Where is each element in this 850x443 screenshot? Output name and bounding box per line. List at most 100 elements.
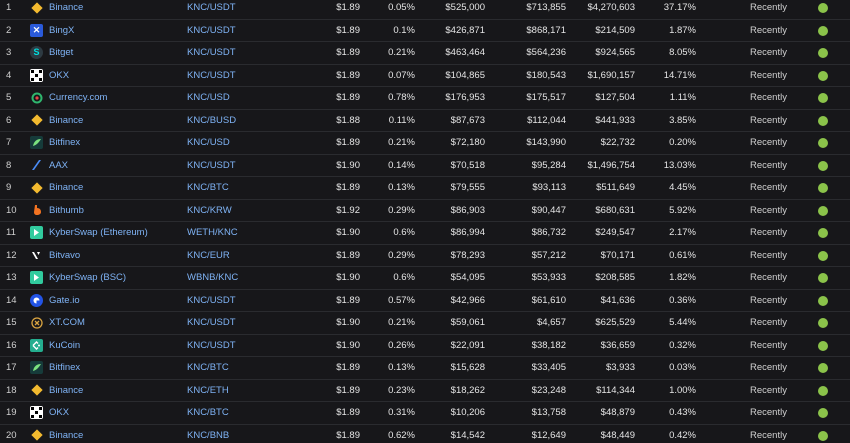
depth-plus-cell: $18,262 [450, 384, 485, 396]
spread-cell: 0.21% [388, 317, 415, 328]
trust-score-indicator [818, 3, 828, 13]
xt-com-icon [30, 316, 43, 329]
pair-link[interactable]: KNC/USDT [187, 42, 236, 64]
table-row: 7 Bitfinex KNC/USD $1.89 0.21% $72,180 $143,99… [0, 132, 850, 155]
depth-minus-cell: $90,447 [531, 204, 566, 216]
volume-cell: $1,690,157 [587, 69, 635, 81]
exchange-link[interactable]: Binance [49, 110, 83, 132]
rank-cell: 15 [6, 317, 17, 328]
depth-plus-cell: $72,180 [450, 137, 485, 148]
trust-score-indicator [818, 138, 828, 148]
okx-icon [30, 406, 43, 419]
pair-link[interactable]: KNC/USDT [187, 0, 236, 19]
volume-cell: $114,344 [596, 384, 635, 396]
pair-link[interactable]: KNC/USD [187, 87, 230, 109]
pair-link[interactable]: KNC/USDT [187, 312, 236, 334]
exchange-link[interactable]: Bitvavo [49, 245, 80, 267]
last-updated-cell: Recently [750, 92, 787, 103]
volume-cell: $36,659 [600, 339, 635, 351]
depth-minus-cell: $713,855 [526, 2, 566, 13]
trust-score-indicator [818, 295, 828, 306]
exchange-link[interactable]: XT.COM [49, 312, 85, 334]
exchange-link[interactable]: Currency.com [49, 87, 107, 109]
trust-score-indicator [818, 160, 828, 171]
pair-link[interactable]: KNC/USDT [187, 20, 236, 42]
rank-cell: 9 [6, 182, 12, 193]
trust-score-indicator [818, 363, 828, 373]
table-row: 1 Binance KNC/USDT $1.89 0.05% $525,000 $713,8… [0, 0, 850, 20]
spread-cell: 0.6% [393, 227, 415, 238]
depth-minus-cell: $86,732 [531, 227, 566, 238]
last-updated-cell: Recently [750, 159, 787, 171]
depth-plus-cell: $176,953 [445, 92, 485, 103]
volume-cell: $511,649 [596, 182, 635, 193]
table-row: 12 Bitvavo KNC/EUR $1.89 0.29% $78,293 $57,212… [0, 245, 850, 267]
volume-percent-cell: 5.92% [669, 204, 696, 216]
pair-link[interactable]: KNC/EUR [187, 245, 230, 267]
exchange-link[interactable]: Gate.io [49, 290, 80, 312]
exchange-link[interactable]: KyberSwap (Ethereum) [49, 222, 148, 244]
kucoin-icon [30, 338, 43, 352]
exchange-link[interactable]: OKX [49, 402, 69, 424]
pair-link[interactable]: KNC/ETH [187, 380, 229, 402]
spread-cell: 0.31% [388, 407, 415, 418]
pair-link[interactable]: KNC/USDT [187, 65, 236, 87]
bithumb-icon [30, 204, 43, 217]
table-row: 16 KuCoin KNC/USDT $1.90 0.26% $22,091 $38,182… [0, 335, 850, 357]
volume-percent-cell: 1.87% [669, 24, 696, 36]
pair-link[interactable]: KNC/BNB [187, 425, 229, 443]
table-row: 13 KyberSwap (BSC) WBNB/KNC $1.90 0.6% $54,09… [0, 267, 850, 290]
exchange-link[interactable]: Binance [49, 177, 83, 199]
rank-cell: 18 [6, 384, 17, 396]
exchange-link[interactable]: Binance [49, 380, 83, 402]
last-updated-cell: Recently [750, 294, 787, 306]
depth-plus-cell: $87,673 [450, 114, 485, 126]
pair-link[interactable]: KNC/USD [187, 132, 230, 154]
volume-cell: $208,585 [595, 272, 635, 283]
exchange-link[interactable]: Bitfinex [49, 357, 80, 379]
exchange-link[interactable]: Binance [49, 425, 83, 443]
pair-link[interactable]: KNC/BTC [187, 402, 229, 424]
exchange-link[interactable]: Bithumb [49, 200, 84, 222]
spread-cell: 0.07% [388, 69, 415, 81]
table-row: 2 ✕ BingX KNC/USDT $1.89 0.1% $426,871 $868,171… [0, 20, 850, 42]
depth-plus-cell: $70,518 [450, 159, 485, 171]
exchange-link[interactable]: KyberSwap (BSC) [49, 267, 126, 289]
spread-cell: 0.13% [388, 362, 415, 373]
exchange-link[interactable]: OKX [49, 65, 69, 87]
rank-cell: 10 [6, 204, 17, 216]
trust-score-indicator [818, 228, 828, 238]
pair-link[interactable]: KNC/BTC [187, 357, 229, 379]
exchange-link[interactable]: Bitget [49, 42, 73, 64]
binance-icon [30, 384, 43, 397]
last-updated-cell: Recently [750, 317, 787, 328]
pair-link[interactable]: KNC/USDT [187, 335, 236, 357]
rank-cell: 20 [6, 429, 17, 441]
trust-score-indicator [818, 205, 828, 216]
exchange-link[interactable]: Binance [49, 0, 83, 19]
depth-minus-cell: $143,990 [526, 137, 566, 148]
exchange-link[interactable]: AAX [49, 155, 68, 177]
exchange-link[interactable]: Bitfinex [49, 132, 80, 154]
last-updated-cell: Recently [750, 182, 787, 193]
price-cell: $1.89 [336, 92, 360, 103]
volume-cell: $48,879 [600, 407, 635, 418]
exchange-link[interactable]: BingX [49, 20, 74, 42]
pair-link[interactable]: KNC/BTC [187, 177, 229, 199]
exchange-link[interactable]: KuCoin [49, 335, 80, 357]
volume-percent-cell: 0.32% [669, 339, 696, 351]
volume-percent-cell: 0.43% [669, 407, 696, 418]
rank-cell: 6 [6, 114, 12, 126]
pair-link[interactable]: WETH/KNC [187, 222, 238, 244]
pair-link[interactable]: KNC/USDT [187, 290, 236, 312]
volume-cell: $41,636 [600, 294, 635, 306]
depth-minus-cell: $23,248 [531, 384, 566, 396]
pair-link[interactable]: WBNB/KNC [187, 267, 238, 289]
price-cell: $1.89 [336, 407, 360, 418]
pair-link[interactable]: KNC/USDT [187, 155, 236, 177]
pair-link[interactable]: KNC/KRW [187, 200, 232, 222]
pair-link[interactable]: KNC/BUSD [187, 110, 236, 132]
depth-plus-cell: $42,966 [450, 294, 485, 306]
price-cell: $1.89 [336, 249, 360, 261]
spread-cell: 0.6% [393, 272, 415, 283]
